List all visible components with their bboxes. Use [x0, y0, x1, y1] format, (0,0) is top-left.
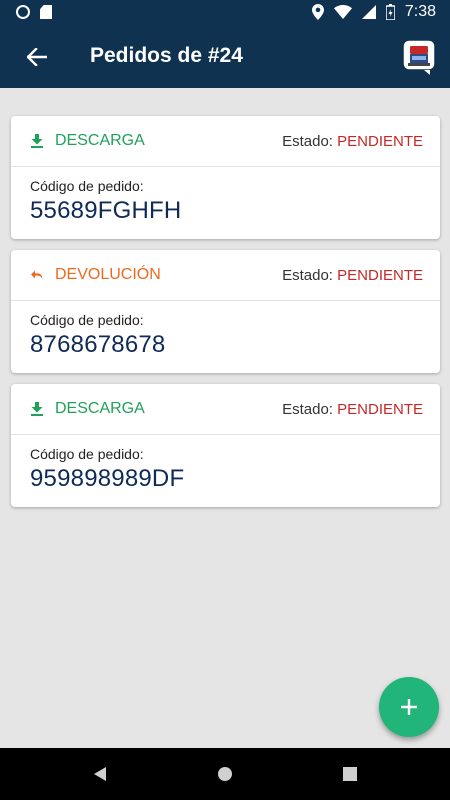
signal-icon — [361, 5, 376, 19]
back-button[interactable] — [22, 42, 52, 72]
order-code-label: Código de pedido: — [30, 312, 144, 328]
order-status-value: PENDIENTE — [337, 267, 423, 284]
order-code: 959898989DF — [30, 465, 185, 492]
order-status-label: Estado: — [282, 133, 338, 150]
nav-recents-button[interactable] — [340, 764, 360, 784]
status-bar: 7:38 — [0, 0, 450, 26]
battery-icon — [385, 4, 395, 20]
plus-icon — [401, 699, 417, 715]
app-bar: Pedidos de #24 — [0, 26, 450, 88]
undo-icon — [30, 268, 44, 282]
nav-home-icon — [218, 767, 232, 781]
order-code-label: Código de pedido: — [30, 178, 144, 194]
arrow-back-icon — [27, 48, 47, 66]
order-card[interactable]: DESCARGA Estado: PENDIENTE Código de ped… — [11, 116, 440, 239]
nav-back-button[interactable] — [90, 764, 110, 784]
order-status: Estado: PENDIENTE — [282, 401, 423, 418]
nav-home-button[interactable] — [215, 764, 235, 784]
location-icon — [311, 4, 324, 20]
order-type: DESCARGA — [30, 132, 145, 150]
order-type-label: DEVOLUCIÓN — [55, 266, 161, 283]
app-logo-button[interactable] — [402, 39, 436, 75]
order-status: Estado: PENDIENTE — [282, 267, 423, 284]
order-status-value: PENDIENTE — [337, 401, 423, 418]
sd-card-icon — [40, 5, 52, 19]
order-type: DEVOLUCIÓN — [30, 266, 161, 284]
system-nav-bar — [0, 748, 450, 800]
order-type-label: DESCARGA — [55, 400, 145, 417]
truck-logo-icon — [402, 39, 436, 75]
download-icon — [30, 402, 44, 416]
nav-back-icon — [94, 767, 106, 781]
order-card-header: DESCARGA Estado: PENDIENTE — [11, 116, 440, 167]
order-card-header: DESCARGA Estado: PENDIENTE — [11, 384, 440, 435]
orders-list: DESCARGA Estado: PENDIENTE Código de ped… — [11, 116, 440, 518]
notification-icon — [16, 5, 30, 19]
page-title: Pedidos de #24 — [90, 44, 243, 67]
order-card[interactable]: DEVOLUCIÓN Estado: PENDIENTE Código de p… — [11, 250, 440, 373]
wifi-icon — [333, 5, 352, 19]
order-code: 8768678678 — [30, 331, 166, 358]
order-status-value: PENDIENTE — [337, 133, 423, 150]
order-type-label: DESCARGA — [55, 132, 145, 149]
order-type: DESCARGA — [30, 400, 145, 418]
order-status-label: Estado: — [282, 267, 338, 284]
nav-recents-icon — [343, 767, 357, 781]
order-status-label: Estado: — [282, 401, 338, 418]
order-status: Estado: PENDIENTE — [282, 133, 423, 150]
order-card[interactable]: DESCARGA Estado: PENDIENTE Código de ped… — [11, 384, 440, 507]
download-icon — [30, 134, 44, 148]
order-card-header: DEVOLUCIÓN Estado: PENDIENTE — [11, 250, 440, 301]
order-code-label: Código de pedido: — [30, 446, 144, 462]
order-code: 55689FGHFH — [30, 197, 182, 224]
add-order-button[interactable] — [379, 677, 439, 737]
status-time: 7:38 — [404, 3, 436, 20]
